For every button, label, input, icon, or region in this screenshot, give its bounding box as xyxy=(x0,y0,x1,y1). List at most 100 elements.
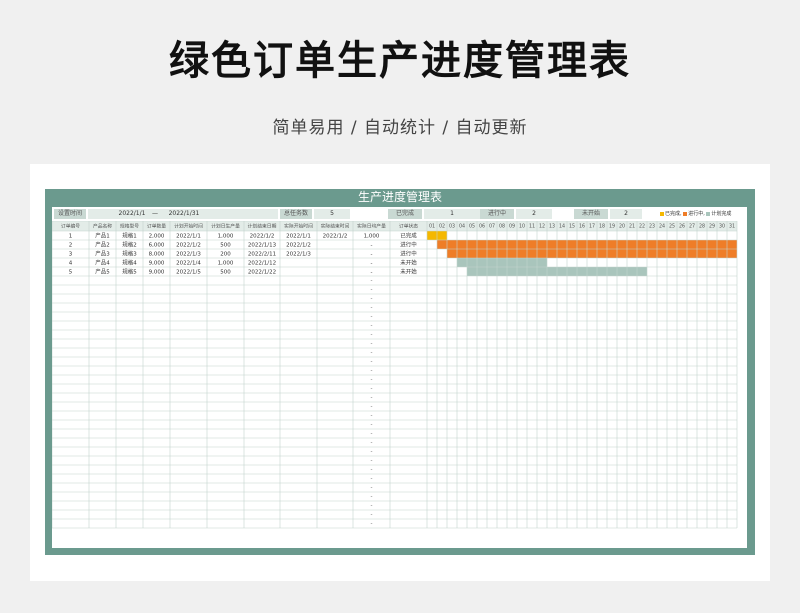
table-cell: 2022/1/5 xyxy=(176,270,201,276)
order-gantt-table: 订单编号 产品名称 规格型号 订单数量 计划开始时间 计划日生产量 计划结束日期 实际开始时间… xyxy=(52,221,738,529)
day-header: 13 xyxy=(549,224,555,230)
table-cell: - xyxy=(371,341,373,347)
day-header: 25 xyxy=(669,224,675,230)
column-header: 计划开始时间 xyxy=(174,223,203,230)
table-cell: - xyxy=(371,243,373,249)
legend: 已完成, 进行中, 计划完成 xyxy=(660,209,731,219)
table-cell: 2022/1/2 xyxy=(250,234,275,240)
progress-value: 2 xyxy=(516,209,552,219)
table-cell: - xyxy=(371,413,373,419)
day-header: 21 xyxy=(629,224,635,230)
column-header: 实际日均产量 xyxy=(357,223,386,230)
table-cell: - xyxy=(371,368,373,374)
day-header: 27 xyxy=(689,224,695,230)
day-header: 19 xyxy=(609,224,615,230)
start-date[interactable]: 2022/1/1 xyxy=(112,209,152,219)
table-cell: - xyxy=(371,296,373,302)
range-dash: — xyxy=(152,210,158,217)
table-cell: - xyxy=(371,458,373,464)
table-cell: - xyxy=(371,332,373,338)
day-header: 14 xyxy=(559,224,565,230)
table-cell: 产品2 xyxy=(95,241,110,249)
period-label: 设置时间 xyxy=(54,209,86,219)
table-cell: 2022/1/2 xyxy=(176,243,201,249)
table-cell: 4 xyxy=(69,261,73,267)
table-cell: 已完成 xyxy=(400,232,417,240)
day-header: 12 xyxy=(539,224,545,230)
table-cell: 未开始 xyxy=(400,268,417,276)
table-cell: - xyxy=(371,314,373,320)
legend-planned: 计划完成 xyxy=(711,211,732,217)
day-header: 20 xyxy=(619,224,625,230)
spreadsheet-frame: 生产进度管理表 设置时间 2022/1/1 — 2022/1/31 总任务数 5… xyxy=(45,189,755,555)
sheet-title: 生产进度管理表 xyxy=(357,190,442,204)
table-cell: - xyxy=(371,440,373,446)
day-header: 03 xyxy=(449,224,455,230)
table-cell: - xyxy=(371,449,373,455)
end-date[interactable]: 2022/1/31 xyxy=(162,209,206,219)
column-header: 实际结束时间 xyxy=(321,223,350,230)
table-cell: 2022/1/22 xyxy=(248,270,276,276)
day-header: 11 xyxy=(529,224,535,230)
page-subtitle: 简单易用 / 自动统计 / 自动更新 xyxy=(272,118,528,138)
table-cell: - xyxy=(371,476,373,482)
done-value: 1 xyxy=(424,209,480,219)
table-cell: 2022/1/1 xyxy=(286,234,311,240)
legend-planned-swatch xyxy=(706,211,711,216)
day-header: 22 xyxy=(639,224,645,230)
table-cell: 2022/1/2 xyxy=(286,243,311,249)
legend-progress-swatch xyxy=(683,211,688,216)
day-header: 09 xyxy=(509,224,515,230)
notstarted-value: 2 xyxy=(610,209,642,219)
table-cell: 500 xyxy=(220,270,231,276)
table-cell: 9,000 xyxy=(149,270,165,276)
table-cell: 未开始 xyxy=(400,259,417,267)
table-cell: 2022/1/3 xyxy=(286,252,311,258)
column-header: 计划结束日期 xyxy=(248,223,277,230)
table-cell: - xyxy=(371,359,373,365)
table-cell: 200 xyxy=(220,252,231,258)
legend-done: 已完成, xyxy=(665,211,682,217)
table-cell: 1,000 xyxy=(218,234,234,240)
table-cell: 产品5 xyxy=(95,268,110,276)
day-header: 10 xyxy=(519,224,525,230)
progress-label: 进行中 xyxy=(480,209,514,219)
day-header: 15 xyxy=(569,224,575,230)
day-header: 05 xyxy=(469,224,475,230)
table-cell: 2022/1/4 xyxy=(176,261,201,267)
column-header: 订单状态 xyxy=(399,223,418,230)
table-cell: 3 xyxy=(69,252,73,258)
legend-progress: 进行中, xyxy=(688,211,705,217)
table-cell: - xyxy=(371,305,373,311)
table-cell: 规格5 xyxy=(122,268,137,276)
column-header: 计划日生产量 xyxy=(211,223,240,230)
table-cell: 2022/1/3 xyxy=(176,252,201,258)
gantt-bar-in-progress xyxy=(447,249,737,258)
table-cell: 9,000 xyxy=(149,261,165,267)
spreadsheet: 设置时间 2022/1/1 — 2022/1/31 总任务数 5 已完成 1 进… xyxy=(52,207,747,548)
table-cell: - xyxy=(371,422,373,428)
table-cell: 规格3 xyxy=(122,250,137,258)
day-header: 29 xyxy=(709,224,715,230)
table-cell: 1,000 xyxy=(364,234,380,240)
table-cell: 2022/1/2 xyxy=(323,234,348,240)
table-cell: 规格2 xyxy=(122,241,137,249)
total-value: 5 xyxy=(314,209,350,219)
column-header: 规格型号 xyxy=(120,223,139,230)
preview-card: 生产进度管理表 设置时间 2022/1/1 — 2022/1/31 总任务数 5… xyxy=(30,164,770,581)
day-header: 26 xyxy=(679,224,685,230)
day-header: 02 xyxy=(439,224,445,230)
page-title: 绿色订单生产进度管理表 xyxy=(169,38,631,84)
legend-done-swatch xyxy=(660,211,664,216)
table-cell: 2022/2/11 xyxy=(248,252,276,258)
table-cell: 1,000 xyxy=(218,261,234,267)
summary-bar: 设置时间 2022/1/1 — 2022/1/31 总任务数 5 已完成 1 进… xyxy=(52,207,747,221)
day-header: 04 xyxy=(459,224,465,230)
table-cell: 500 xyxy=(220,243,231,249)
table-cell: 2022/1/13 xyxy=(248,243,277,249)
column-header: 订单编号 xyxy=(61,223,80,230)
day-header: 17 xyxy=(589,224,595,230)
table-cell: 6,000 xyxy=(149,243,165,249)
day-header: 18 xyxy=(599,224,605,230)
table-cell: 产品4 xyxy=(95,259,110,267)
